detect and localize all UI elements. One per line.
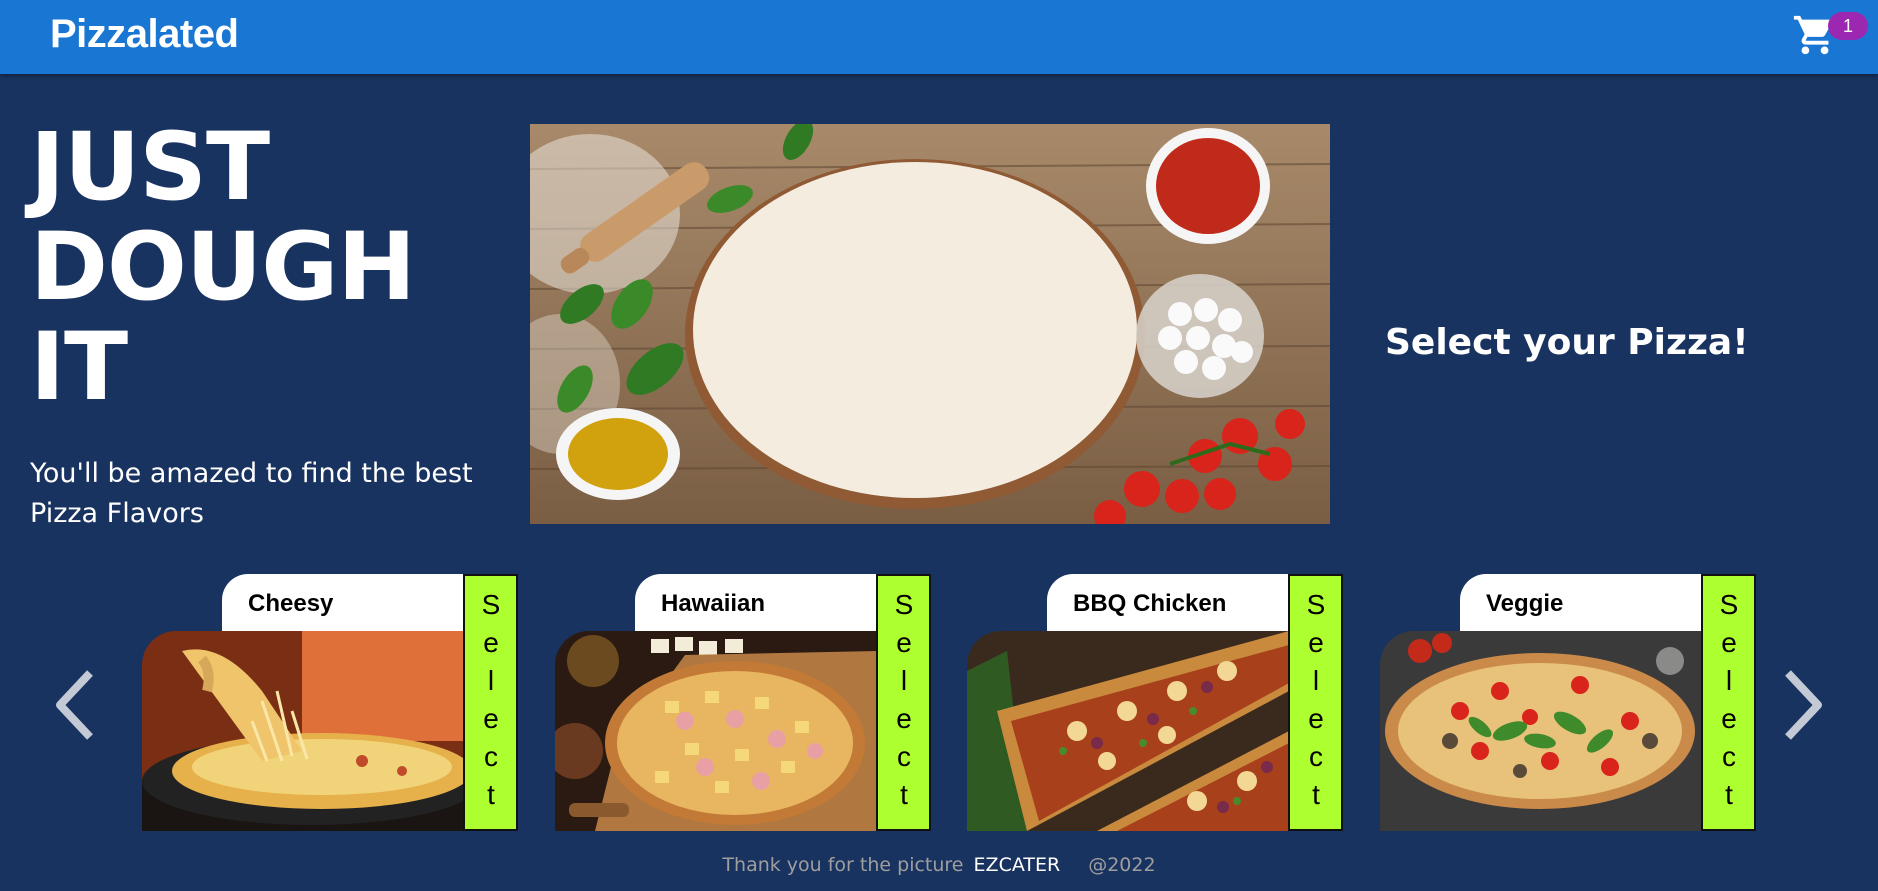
select-button-hawaiian[interactable]: Select	[876, 574, 931, 831]
pizza-name: Hawaiian	[661, 590, 766, 617]
select-button-bbq-chicken[interactable]: Select	[1288, 574, 1343, 831]
bbq-chicken-pizza-photo	[967, 631, 1289, 831]
pizza-card-cheesy: Cheesy Select	[142, 574, 518, 831]
card-title-tab: BBQ Chicken	[1047, 574, 1289, 632]
hero-subtitle: You'll be amazed to find the best Pizza …	[30, 458, 473, 529]
cheesy-pizza-photo	[142, 631, 464, 831]
pizza-card-bbq-chicken: BBQ Chicken Select	[967, 574, 1343, 831]
card-title-tab: Hawaiian	[635, 574, 877, 632]
pizza-name: Cheesy	[248, 590, 334, 617]
cart-count-badge: 1	[1828, 12, 1868, 40]
carousel-prev-button[interactable]	[48, 665, 104, 745]
brand-logo[interactable]: Pizzalated	[50, 12, 239, 57]
pizza-name: Veggie	[1486, 590, 1564, 617]
cart-button[interactable]: 1	[1788, 8, 1868, 60]
chevron-left-icon	[56, 670, 93, 740]
footer-thanks-text: Thank you for the picture	[722, 854, 964, 876]
footer-copyright: @2022	[1088, 854, 1156, 876]
footer: Thank you for the picture EZCATER @2022	[0, 854, 1878, 876]
select-button-cheesy[interactable]: Select	[463, 574, 518, 831]
card-title-tab: Cheesy	[222, 574, 464, 632]
hero-title: JUST DOUGH IT	[30, 113, 416, 422]
pizza-dough-photo	[530, 124, 1330, 524]
card-title-tab: Veggie	[1460, 574, 1702, 632]
hawaiian-pizza-photo	[555, 631, 877, 831]
pizza-card-veggie: Veggie Select	[1380, 574, 1756, 831]
footer-credit-link[interactable]: EZCATER	[974, 854, 1061, 876]
pizza-name: BBQ Chicken	[1073, 590, 1227, 617]
veggie-pizza-photo	[1380, 631, 1702, 831]
select-button-veggie[interactable]: Select	[1701, 574, 1756, 831]
carousel-next-button[interactable]	[1774, 665, 1830, 745]
chevron-right-icon	[1785, 670, 1822, 740]
top-navbar: Pizzalated 1	[0, 0, 1878, 74]
pizza-card-hawaiian: Hawaiian Select	[555, 574, 931, 831]
select-pizza-heading: Select your Pizza!	[1385, 322, 1749, 363]
